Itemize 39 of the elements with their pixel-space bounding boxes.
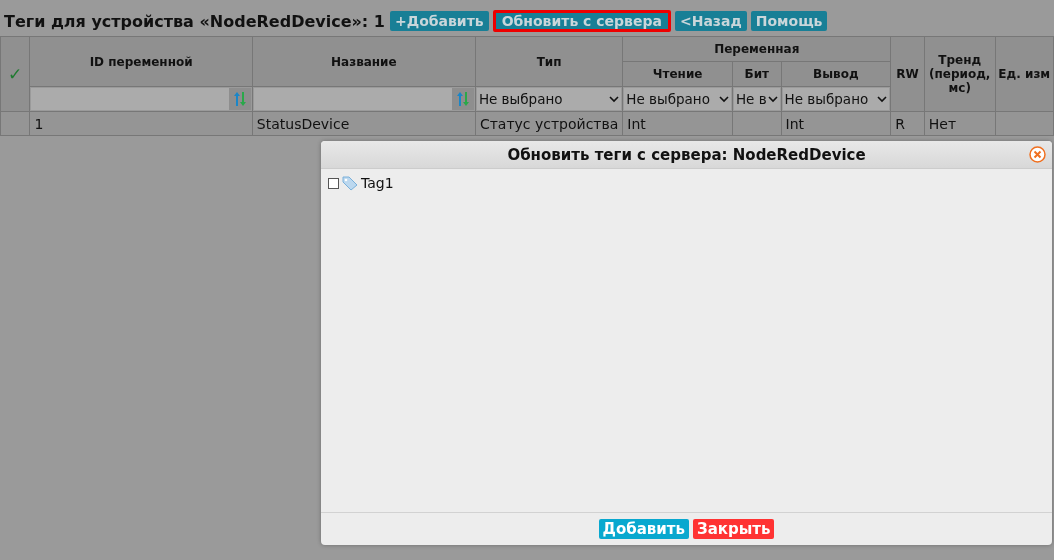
dialog-button[interactable]: Добавить (598, 519, 689, 539)
toolbar-button[interactable]: Обновить с сервера (492, 10, 671, 32)
tree-item-label[interactable]: Tag1 (361, 175, 394, 191)
table-cell: Статус устройства (475, 111, 623, 136)
chevron-down-icon (877, 95, 888, 103)
table-cell: StatusDevice (252, 111, 476, 136)
toolbar-button[interactable]: +Добавить (389, 11, 489, 31)
toolbar-button[interactable]: Помощь (750, 11, 828, 31)
filter-field[interactable] (253, 88, 474, 110)
header-cell: Вывод (781, 61, 891, 87)
header-cell: Переменная (622, 36, 891, 62)
filter-select[interactable]: Не выбрано (476, 88, 622, 110)
header-cell: Название (252, 36, 476, 87)
filter-select[interactable]: Не выбрано (624, 88, 731, 110)
header-cell: Ед. изм (995, 36, 1054, 112)
sort-icon[interactable] (232, 91, 247, 107)
sort-icon[interactable] (455, 91, 470, 107)
header-cell: Чтение (622, 61, 733, 87)
header-cell: Тип (475, 36, 623, 87)
dialog-title: Обновить теги с сервера: NodeRedDevice (507, 145, 866, 164)
tag-icon (341, 175, 359, 191)
checkbox[interactable] (328, 177, 339, 189)
page-title: Теги для устройства «NodeRedDevice»: 1 (4, 11, 385, 31)
header-cell: RW (890, 36, 925, 112)
chevron-down-icon (718, 95, 729, 103)
header-cell: ID переменной (29, 36, 253, 87)
chevron-down-icon (609, 95, 620, 103)
close-icon[interactable] (1029, 146, 1046, 163)
chevron-down-icon (767, 95, 778, 103)
header-cell: Тренд (период, мс) (924, 36, 996, 112)
dialog-button[interactable]: Закрыть (693, 519, 775, 539)
table-cell: 1 (29, 111, 253, 136)
toolbar-button[interactable]: <Назад (674, 11, 747, 31)
filter-select[interactable]: Не в (733, 88, 780, 110)
table-cell: Int (622, 111, 733, 136)
check-icon: ✓ (8, 64, 23, 84)
filter-field[interactable] (31, 88, 251, 110)
filter-select[interactable]: Не выбрано (782, 88, 890, 110)
table-cell: Int (781, 111, 891, 136)
